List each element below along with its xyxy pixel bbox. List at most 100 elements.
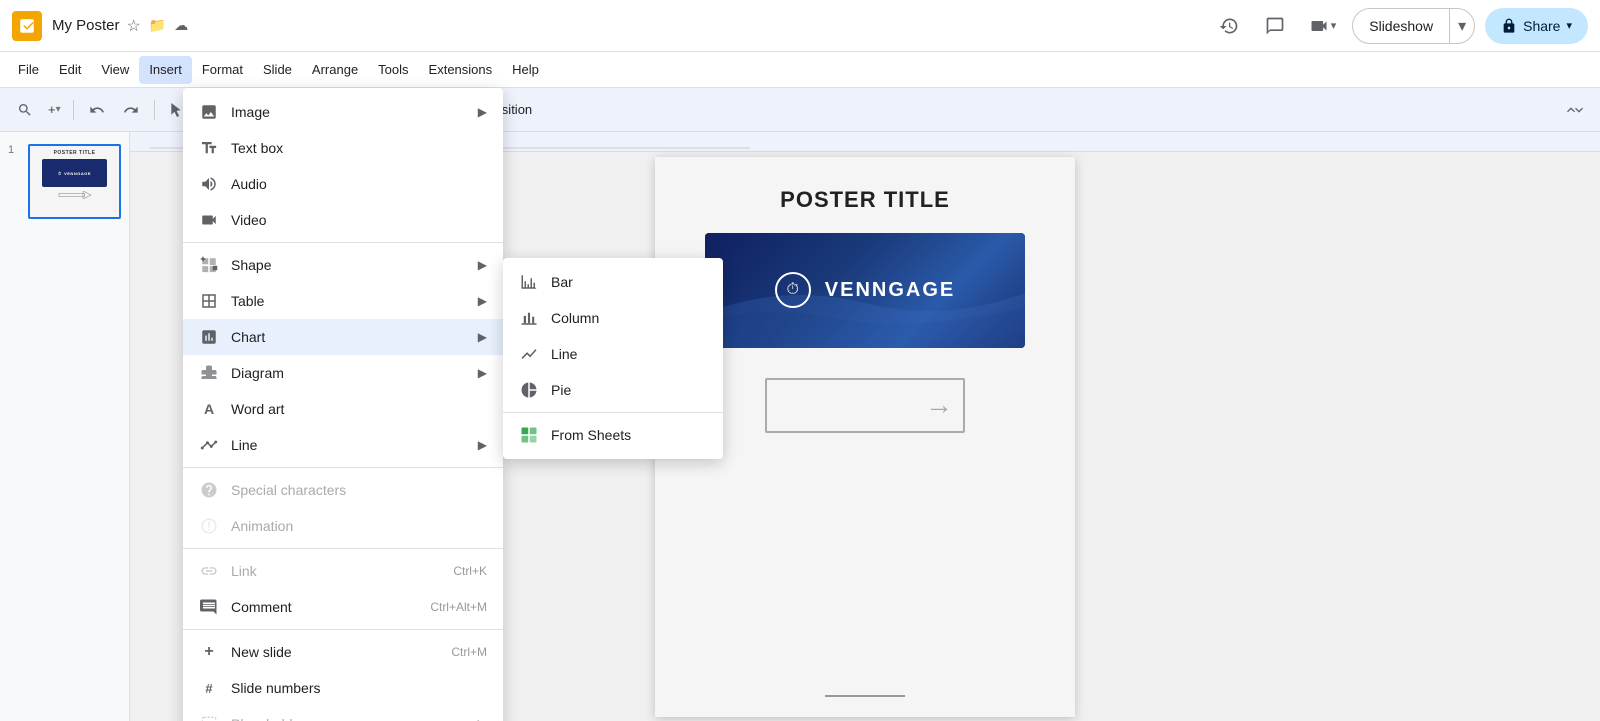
comments-button[interactable] [1257,8,1293,44]
share-label: Share [1523,18,1560,34]
banner-text: VENNGAGE [825,279,955,302]
menu-tools[interactable]: Tools [368,56,418,84]
sp-arrow [55,191,95,199]
video-label: Video [231,212,487,228]
placeholder-icon [199,714,219,721]
bar-label: Bar [551,274,573,290]
wordart-label: Word art [231,401,487,417]
image-icon [199,102,219,122]
textbox-label: Text box [231,140,487,156]
menu-slide[interactable]: Slide [253,56,302,84]
toolbar-divider-1 [73,100,74,120]
link-shortcut: Ctrl+K [453,564,487,578]
slides-panel: 1 POSTER TITLE ⏱ VENNGAGE [0,132,130,721]
chart-line[interactable]: Line [503,336,723,372]
chart-from-sheets[interactable]: From Sheets [503,417,723,453]
chart-icon [199,327,219,347]
placeholder-label: Placeholder [231,716,458,721]
slideshow-main-button[interactable]: Slideshow [1353,9,1450,43]
insert-menu-line[interactable]: Line ▶ [183,427,503,463]
line-arrow: ▶ [478,438,487,452]
insert-menu-chart[interactable]: Chart ▶ [183,319,503,355]
canvas-line [825,695,905,697]
shape-icon [199,255,219,275]
diagram-icon [199,363,219,383]
titlebar-right: ▾ Slideshow ▾ Share ▾ [1211,8,1588,44]
comment-shortcut: Ctrl+Alt+M [430,600,487,614]
diagram-arrow: ▶ [478,366,487,380]
document-title[interactable]: My Poster [52,17,120,34]
chart-pie[interactable]: Pie [503,372,723,408]
insert-menu-dropdown: Image ▶ Text box Audio Video Shape ▶ [183,88,503,721]
canvas-banner-content: ⏱ VENNGAGE [775,272,955,308]
insert-menu-shape[interactable]: Shape ▶ [183,247,503,283]
line-label: Line [231,437,458,453]
chart-bar[interactable]: Bar [503,264,723,300]
redo-button[interactable] [116,95,146,125]
newslide-label: New slide [231,644,439,660]
audio-label: Audio [231,176,487,192]
menu-view[interactable]: View [91,56,139,84]
undo-button[interactable] [82,95,112,125]
insert-menu-textbox[interactable]: Text box [183,130,503,166]
insert-menu-wordart[interactable]: A Word art [183,391,503,427]
insert-menu-newslide[interactable]: + New slide Ctrl+M [183,634,503,670]
arrow-right-icon: → [925,389,953,421]
menu-format[interactable]: Format [192,56,253,84]
insert-menu-placeholder: Placeholder ▶ [183,706,503,721]
comment-label: Comment [231,599,418,615]
slidenumbers-label: Slide numbers [231,680,487,696]
menu-file[interactable]: File [8,56,49,84]
table-label: Table [231,293,458,309]
menu-section-2: Shape ▶ Table ▶ Chart ▶ Diagram ▶ [183,242,503,463]
menu-extensions[interactable]: Extensions [419,56,503,84]
folder-icon[interactable]: 📁 [149,17,166,34]
comment-icon [199,597,219,617]
menu-help[interactable]: Help [502,56,549,84]
from-sheets-label: From Sheets [551,427,631,443]
menu-section-3: Special characters Animation [183,467,503,544]
pie-chart-icon [519,380,539,400]
slideshow-label: Slideshow [1369,18,1433,34]
search-button[interactable] [10,95,40,125]
app-logo [12,11,42,41]
slideshow-dropdown-arrow[interactable]: ▾ [1450,9,1474,43]
more-options-button[interactable] [1560,95,1590,125]
column-chart-icon [519,308,539,328]
slideshow-button[interactable]: Slideshow ▾ [1352,8,1475,44]
menu-insert[interactable]: Insert [139,56,192,84]
canvas-banner[interactable]: ⏱ VENNGAGE [705,233,1025,348]
slide-thumbnail-1[interactable]: 1 POSTER TITLE ⏱ VENNGAGE [4,140,125,223]
insert-menu-diagram[interactable]: Diagram ▶ [183,355,503,391]
star-icon[interactable]: ☆ [127,16,141,36]
insert-menu-slidenumbers[interactable]: # Slide numbers [183,670,503,706]
title-bar: My Poster ☆ 📁 ☁ ▾ Slideshow ▾ Share ▾ [0,0,1600,52]
chart-arrow: ▶ [478,330,487,344]
canvas-arrow-shape[interactable]: → [765,378,965,433]
special-label: Special characters [231,482,487,498]
line-chart-label: Line [551,346,577,362]
share-button[interactable]: Share ▾ [1485,8,1588,44]
menu-edit[interactable]: Edit [49,56,91,84]
bar-chart-icon [519,272,539,292]
insert-menu-audio[interactable]: Audio [183,166,503,202]
slide-preview: POSTER TITLE ⏱ VENNGAGE [28,144,121,219]
insert-menu-animation: Animation [183,508,503,544]
history-button[interactable] [1211,8,1247,44]
insert-menu-table[interactable]: Table ▶ [183,283,503,319]
sp-banner-text: VENNGAGE [64,171,91,176]
zoom-button[interactable]: + ▾ [44,95,65,125]
menu-section-5: + New slide Ctrl+M # Slide numbers Place… [183,629,503,721]
menu-arrange[interactable]: Arrange [302,56,368,84]
insert-menu-video[interactable]: Video [183,202,503,238]
share-dropdown-arrow[interactable]: ▾ [1566,19,1572,32]
sp-title: POSTER TITLE [54,150,96,156]
camera-button[interactable]: ▾ [1303,8,1343,44]
video-icon [199,210,219,230]
chart-column[interactable]: Column [503,300,723,336]
chart-submenu: Bar Column Line Pie From Sheets [503,258,723,459]
insert-menu-comment[interactable]: Comment Ctrl+Alt+M [183,589,503,625]
insert-menu-image[interactable]: Image ▶ [183,94,503,130]
line-chart-icon [519,344,539,364]
cloud-icon[interactable]: ☁ [174,17,188,34]
